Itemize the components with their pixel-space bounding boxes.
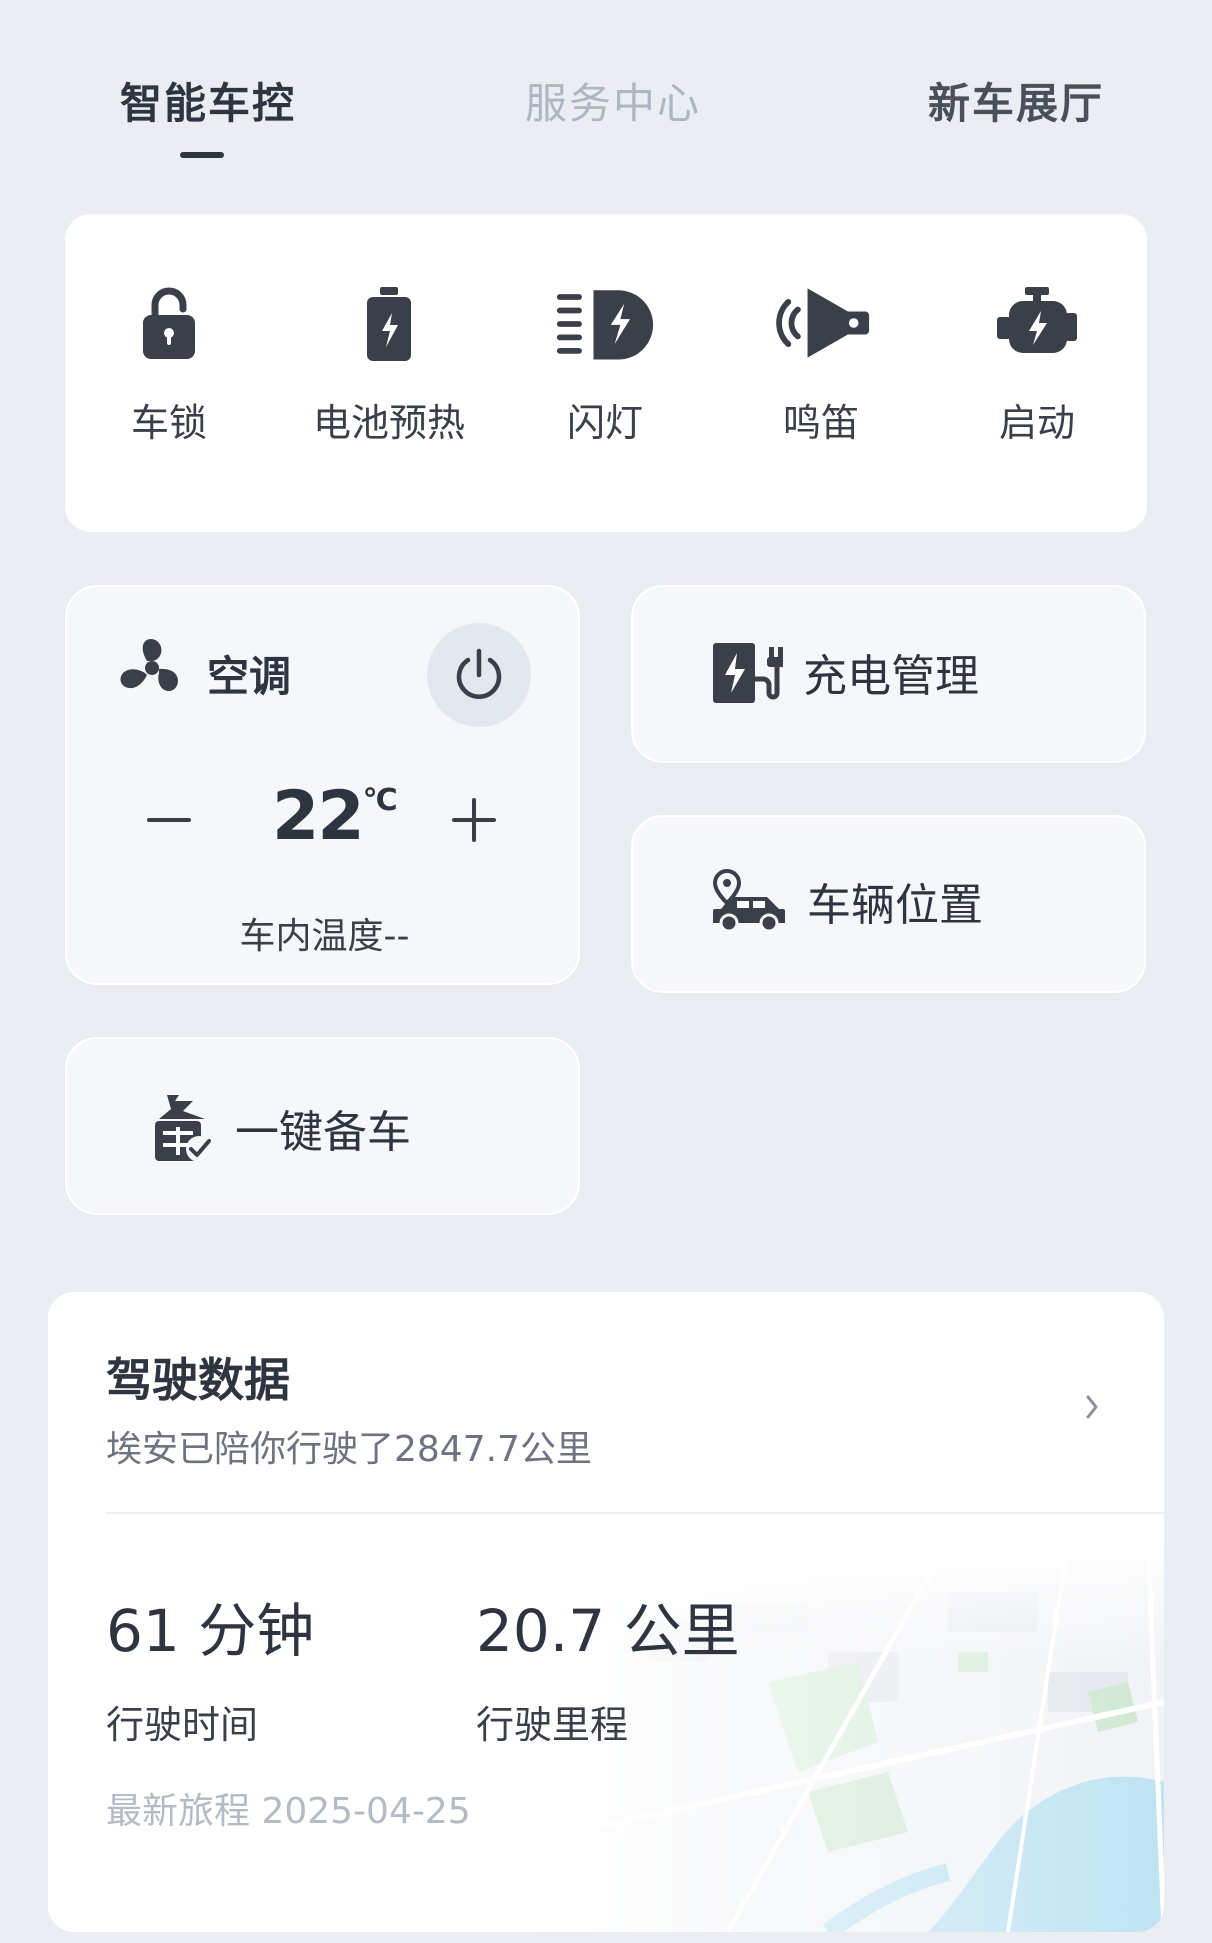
quick-lock-label: 车锁 bbox=[130, 401, 207, 445]
minus-icon bbox=[147, 818, 191, 822]
quick-flash-lights-label: 闪灯 bbox=[566, 401, 643, 445]
fan-icon bbox=[117, 633, 187, 703]
driving-time-value: 61 分钟 bbox=[106, 1597, 315, 1665]
horn-icon bbox=[771, 278, 871, 368]
headlight-icon bbox=[555, 278, 655, 368]
driving-data-card[interactable]: 驾驶数据 埃安已陪你行驶了2847.7公里 61 分钟 行驶时间 20.7 公里… bbox=[48, 1292, 1164, 1932]
tab-smart-control[interactable]: 智能车控 bbox=[120, 70, 296, 131]
driving-data-title: 驾驶数据 bbox=[106, 1353, 290, 1407]
quick-horn-button[interactable]: 鸣笛 bbox=[721, 278, 921, 478]
quick-controls-card: 车锁 电池预热 闪灯 鸣笛 启动 bbox=[65, 214, 1147, 532]
driving-distance-value: 20.7 公里 bbox=[476, 1597, 740, 1665]
prepare-car-icon bbox=[155, 1095, 212, 1162]
vehicle-location-label: 车辆位置 bbox=[807, 880, 983, 931]
quick-start-engine-label: 启动 bbox=[998, 401, 1075, 445]
air-conditioner-card[interactable]: 空调 22°C 车内温度-- bbox=[65, 585, 580, 985]
vehicle-location-card[interactable]: 车辆位置 bbox=[631, 815, 1146, 993]
temp-increase-button[interactable] bbox=[447, 793, 501, 847]
charging-management-card[interactable]: 充电管理 bbox=[631, 585, 1146, 763]
tab-new-car-showroom[interactable]: 新车展厅 bbox=[928, 70, 1104, 131]
temperature-display: 22°C bbox=[272, 777, 398, 856]
quick-battery-preheat-button[interactable]: 电池预热 bbox=[289, 278, 489, 478]
plus-icon bbox=[452, 798, 496, 842]
quick-lock-button[interactable]: 车锁 bbox=[69, 278, 269, 478]
page: 智能车控 服务中心 新车展厅 车锁 电池预热 闪灯 鸣笛 启动 空调 22°C … bbox=[0, 0, 1212, 1943]
latest-trip-date: 最新旅程 2025-04-25 bbox=[106, 1791, 471, 1832]
temp-decrease-button[interactable] bbox=[142, 793, 196, 847]
engine-icon bbox=[987, 278, 1087, 368]
lock-icon bbox=[119, 278, 219, 368]
charging-management-label: 充电管理 bbox=[803, 651, 979, 702]
divider bbox=[106, 1512, 1164, 1514]
power-icon bbox=[456, 648, 502, 699]
ac-power-button[interactable] bbox=[427, 623, 531, 727]
quick-battery-preheat-label: 电池预热 bbox=[312, 401, 465, 445]
driving-time-stat: 61 分钟 行驶时间 bbox=[106, 1584, 314, 1749]
car-location-icon bbox=[712, 869, 785, 933]
quick-start-engine-button[interactable]: 启动 bbox=[937, 278, 1137, 478]
driving-distance-label: 行驶里程 bbox=[476, 1703, 629, 1747]
charging-station-icon bbox=[713, 643, 783, 703]
tab-service-center[interactable]: 服务中心 bbox=[525, 70, 701, 131]
one-click-prepare-label: 一键备车 bbox=[235, 1107, 411, 1158]
active-tab-indicator bbox=[180, 152, 224, 158]
driving-data-subtitle: 埃安已陪你行驶了2847.7公里 bbox=[106, 1429, 592, 1470]
driving-time-label: 行驶时间 bbox=[106, 1703, 259, 1747]
chevron-right-icon[interactable] bbox=[1078, 1387, 1108, 1427]
battery-icon bbox=[339, 278, 439, 368]
inside-temperature-label: 车内温度-- bbox=[239, 916, 410, 957]
top-tabs: 智能车控 服务中心 新车展厅 bbox=[0, 70, 1212, 170]
ac-title: 空调 bbox=[207, 652, 292, 701]
one-click-prepare-card[interactable]: 一键备车 bbox=[65, 1037, 580, 1215]
quick-flash-lights-button[interactable]: 闪灯 bbox=[505, 278, 705, 478]
temperature-unit: °C bbox=[362, 783, 398, 818]
temperature-value: 22 bbox=[272, 777, 365, 856]
quick-horn-label: 鸣笛 bbox=[782, 401, 859, 445]
driving-distance-stat: 20.7 公里 行驶里程 bbox=[476, 1584, 740, 1749]
